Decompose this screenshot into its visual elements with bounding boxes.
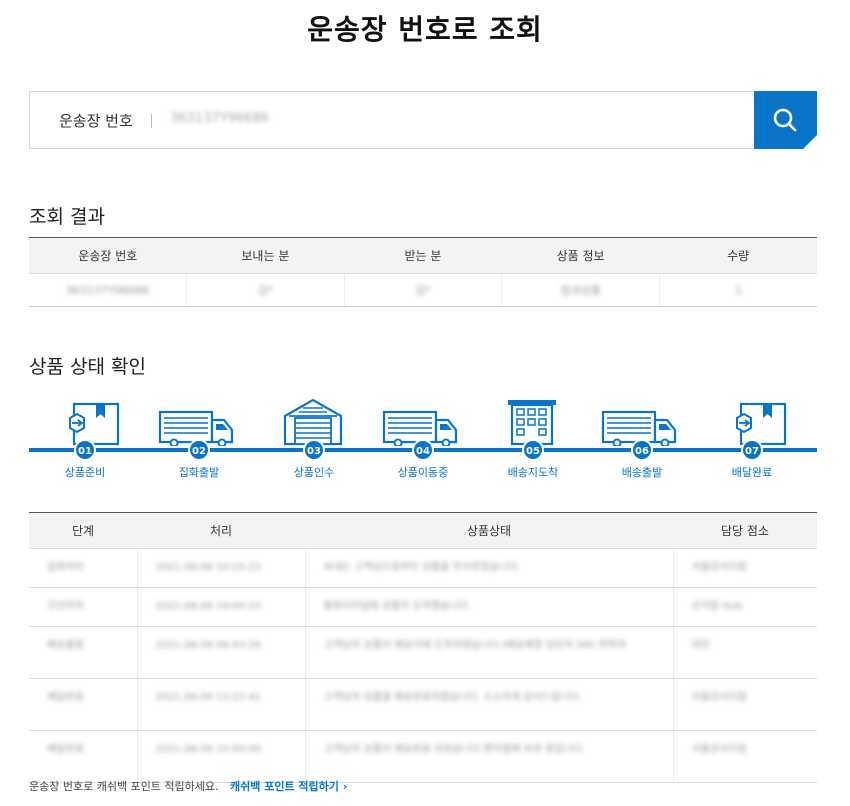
search-button[interactable] bbox=[754, 91, 817, 149]
table-cell: 1 bbox=[659, 273, 817, 307]
table-cell: 물류터미널에 상품이 도착했습니다. bbox=[305, 587, 674, 627]
table-row: 간선하차 2021.08.08 19:04:33 물류터미널에 상품이 도착했습… bbox=[29, 587, 817, 627]
step-label: 상품이동중 bbox=[397, 466, 449, 479]
table-cell: 고객님의 상품이 배송지에 도착하였습니다.(배송예정 담당자 SM) 연락처 bbox=[305, 626, 674, 679]
table-cell: 고객님의 상품이 배송완료 되었습니다 편의점에 보관 중입니다. bbox=[305, 730, 674, 783]
step-out-for-delivery: 06 배송출발 bbox=[591, 396, 691, 486]
result-header-cell: 상품 정보 bbox=[501, 237, 660, 274]
result-header-cell: 수량 bbox=[659, 237, 817, 274]
step-label: 배송출발 bbox=[621, 466, 663, 479]
table-cell: 363137Y96686 bbox=[29, 273, 188, 307]
table-row: 배송출발 2021.08.09 06:43:29 고객님의 상품이 배송지에 도… bbox=[29, 626, 817, 679]
table-cell: 2021.08.09 15:00:00 bbox=[137, 730, 306, 783]
step-label: 상품준비 bbox=[64, 466, 106, 479]
table-cell: 배송출발 bbox=[29, 626, 138, 679]
step-number: 03 bbox=[303, 439, 325, 461]
detail-header-row: 단계 처리 상품상태 담당 점소 bbox=[29, 512, 817, 549]
table-cell: 2021.08.08 19:04:33 bbox=[137, 587, 306, 627]
status-progress-steps: 01 상품준비 02 집화출발 03 상품인수 04 상품이동중 05 배송지도… bbox=[29, 396, 817, 486]
result-header-cell: 보내는 분 bbox=[186, 237, 345, 274]
step-number: 04 bbox=[412, 439, 434, 461]
result-header-row: 운송장 번호 보내는 분 받는 분 상품 정보 수량 bbox=[29, 237, 817, 274]
step-label: 배송지도착 bbox=[507, 466, 559, 479]
result-header-cell: 받는 분 bbox=[344, 237, 502, 274]
detail-header-cell: 상품상태 bbox=[305, 512, 673, 549]
table-row: 배달완료 2021.08.09 13:22:41 고객님의 상품을 배송완료하였… bbox=[29, 678, 817, 731]
step-delivered: 07 배달완료 bbox=[701, 396, 801, 486]
step-pickup-departure: 02 집화출발 bbox=[148, 396, 248, 486]
table-cell: 서울강서지점 bbox=[673, 548, 817, 588]
table-row: 363137Y96686 김* 김* 청과상품 1 bbox=[29, 273, 817, 307]
step-number: 05 bbox=[522, 439, 544, 461]
detail-header-cell: 단계 bbox=[29, 512, 137, 549]
step-number: 06 bbox=[631, 439, 653, 461]
step-label: 배달완료 bbox=[731, 466, 773, 479]
cashback-notice-text: 운송장 번호로 캐쉬백 포인트 적립하세요. bbox=[29, 780, 219, 793]
step-label: 상품인수 bbox=[293, 466, 335, 479]
detail-header-cell: 처리 bbox=[137, 512, 305, 549]
result-table: 운송장 번호 보내는 분 받는 분 상품 정보 수량 363137Y96686 … bbox=[29, 237, 817, 307]
table-cell: 2021.08.08 10:15:23 bbox=[137, 548, 306, 588]
table-cell: 서울강서지점 bbox=[673, 730, 817, 783]
table-cell: 집화처리 bbox=[29, 548, 138, 588]
status-section-title: 상품 상태 확인 bbox=[29, 356, 146, 378]
table-row: 집화처리 2021.08.08 10:15:23 보내는 고객님으로부터 상품을… bbox=[29, 548, 817, 588]
step-number: 07 bbox=[741, 439, 763, 461]
cashback-link[interactable]: 캐쉬백 포인트 적립하기 › bbox=[230, 780, 347, 793]
search-divider bbox=[151, 114, 152, 128]
result-section-title: 조회 결과 bbox=[29, 206, 105, 228]
table-cell: 배달완료 bbox=[29, 678, 138, 731]
table-cell: 청과상품 bbox=[501, 273, 660, 307]
table-cell: 서울강서지점 bbox=[673, 678, 817, 731]
table-cell: 간선하차 bbox=[29, 587, 138, 627]
tracking-number-label: 운송장 번호 bbox=[59, 112, 133, 130]
tracking-search-box: 운송장 번호 363137Y96686 bbox=[29, 91, 817, 149]
table-cell: 곤지암 Hub bbox=[673, 587, 817, 627]
step-label: 집화출발 bbox=[178, 466, 220, 479]
detail-header-cell: 담당 점소 bbox=[673, 512, 817, 549]
tracking-number-input[interactable]: 363137Y96686 bbox=[170, 111, 269, 126]
table-cell: 고객님의 상품을 배송완료하였습니다. 소소하게 감사드립니다. bbox=[305, 678, 674, 731]
cashback-notice: 운송장 번호로 캐쉬백 포인트 적립하세요. 캐쉬백 포인트 적립하기 › bbox=[29, 778, 347, 794]
step-product-ready: 01 상품준비 bbox=[34, 396, 134, 486]
result-header-cell: 운송장 번호 bbox=[29, 237, 187, 274]
step-product-received: 03 상품인수 bbox=[263, 396, 363, 486]
tracking-detail-table: 단계 처리 상품상태 담당 점소 집화처리 2021.08.08 10:15:2… bbox=[29, 512, 817, 783]
table-cell: 보내는 고객님으로부터 상품을 인수받았습니다. bbox=[305, 548, 674, 588]
table-cell: 배달완료 bbox=[29, 730, 138, 783]
table-cell: 대전 bbox=[673, 626, 817, 679]
table-cell: 2021.08.09 06:43:29 bbox=[137, 626, 306, 679]
table-cell: 2021.08.09 13:22:41 bbox=[137, 678, 306, 731]
step-number: 01 bbox=[74, 439, 96, 461]
step-arrived-destination: 05 배송지도착 bbox=[482, 396, 582, 486]
step-in-transit: 04 상품이동중 bbox=[372, 396, 472, 486]
table-cell: 김* bbox=[186, 273, 345, 307]
step-number: 02 bbox=[188, 439, 210, 461]
table-row: 배달완료 2021.08.09 15:00:00 고객님의 상품이 배송완료 되… bbox=[29, 730, 817, 783]
page-title: 운송장 번호로 조회 bbox=[307, 13, 543, 46]
search-icon bbox=[773, 108, 797, 132]
table-cell: 김* bbox=[344, 273, 503, 307]
